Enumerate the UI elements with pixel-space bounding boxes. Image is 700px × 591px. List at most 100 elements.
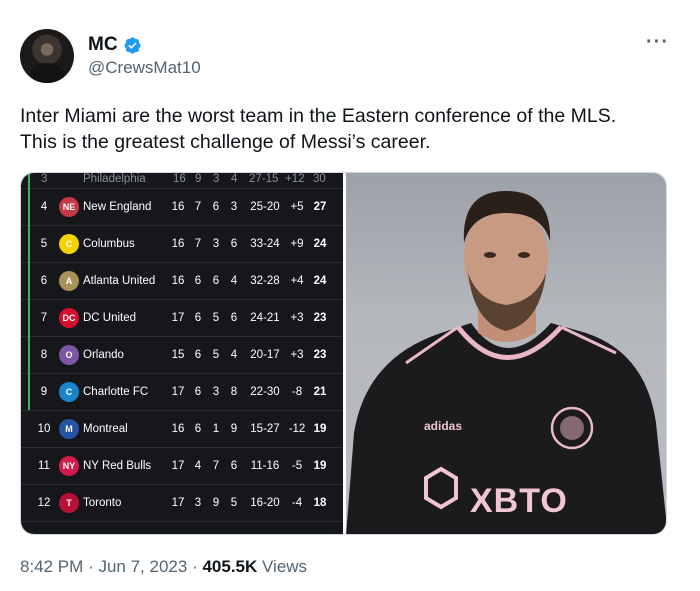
- standings-t: 9: [230, 423, 238, 435]
- standings-score: 32-28: [250, 275, 280, 287]
- standings-w: 4: [194, 460, 202, 472]
- standings-row: 7 DC United 17 6 5 6 24-21 +3 23 DC: [21, 300, 343, 337]
- standings-row: 10 Montreal 16 6 1 9 15-27 -12 19 M: [21, 411, 343, 448]
- player-figure: [346, 191, 666, 534]
- standings-rank: 5: [40, 238, 48, 250]
- tweet-date[interactable]: Jun 7, 2023: [98, 557, 187, 576]
- standings-score: 16-20: [250, 497, 280, 509]
- team-logo-icon: NY: [59, 456, 79, 476]
- standings-gd: -12: [288, 423, 306, 435]
- player-photo[interactable]: adidas XBTO: [346, 173, 666, 534]
- standings-w: 7: [194, 201, 202, 213]
- tweet-text-line: Inter Miami are the worst team in the Ea…: [20, 105, 617, 127]
- author-display-name[interactable]: MC: [88, 34, 118, 56]
- tweet-text: Inter Miami are the worst team in the Ea…: [20, 103, 670, 155]
- standings-rank: 12: [37, 497, 51, 509]
- more-options-icon[interactable]: ···: [646, 31, 669, 54]
- standings-partial-row: 3 Philadelphia 16 9 3 4 27-15 +12 30: [21, 173, 343, 189]
- standings-rank: 6: [40, 275, 48, 287]
- standings-gd: +4: [290, 275, 304, 287]
- standings-w: 6: [194, 312, 202, 324]
- standings-pts: 18: [313, 497, 327, 509]
- standings-team: Toronto: [83, 497, 122, 509]
- standings-gd: +12: [285, 173, 305, 185]
- standings-pts: 24: [313, 275, 327, 287]
- standings-l: 1: [212, 423, 220, 435]
- standings-pts: 23: [313, 349, 327, 361]
- playoff-line-indicator: [28, 173, 30, 410]
- standings-gd: +3: [290, 312, 304, 324]
- tweet-time[interactable]: 8:42 PM: [20, 557, 83, 576]
- standings-gd: -4: [291, 497, 303, 509]
- standings-l: 3: [213, 173, 220, 185]
- standings-t: 5: [230, 497, 238, 509]
- standings-score: 22-30: [250, 386, 280, 398]
- standings-l: 3: [212, 386, 220, 398]
- standings-l: 5: [212, 312, 220, 324]
- standings-w: 6: [194, 275, 202, 287]
- standings-w: 6: [194, 349, 202, 361]
- standings-l: 3: [212, 238, 220, 250]
- team-logo-icon: DC: [59, 308, 79, 328]
- standings-rank: 7: [40, 312, 48, 324]
- team-logo-icon: T: [59, 493, 79, 513]
- standings-gp: 16: [171, 423, 185, 435]
- standings-team: New England: [83, 201, 152, 213]
- standings-team: Columbus: [83, 238, 135, 250]
- standings-row: 6 Atlanta United 16 6 6 4 32-28 +4 24 A: [21, 263, 343, 300]
- standings-w: 9: [195, 173, 202, 185]
- standings-t: 3: [230, 201, 238, 213]
- tweet-media[interactable]: 3 Philadelphia 16 9 3 4 27-15 +12 30 4 Ne…: [20, 172, 667, 535]
- standings-t: 4: [231, 173, 238, 185]
- standings-gp: 16: [171, 238, 185, 250]
- standings-gp: 16: [171, 201, 185, 213]
- standings-gp: 17: [171, 497, 185, 509]
- standings-pts: 19: [313, 460, 327, 472]
- standings-team: Montreal: [83, 423, 128, 435]
- standings-gp: 16: [171, 275, 185, 287]
- team-logo-icon: M: [59, 419, 79, 439]
- standings-w: 7: [194, 238, 202, 250]
- standings-gd: -5: [291, 460, 303, 472]
- standings-pts: 27: [313, 201, 327, 213]
- standings-pts: 19: [313, 423, 327, 435]
- author-avatar[interactable]: [20, 29, 74, 83]
- author-handle[interactable]: @CrewsMat10: [88, 58, 201, 78]
- standings-row: 12 Toronto 17 3 9 5 16-20 -4 18 T: [21, 485, 343, 522]
- standings-team: Orlando: [83, 349, 124, 361]
- standings-pts: 30: [313, 173, 326, 185]
- standings-score: 20-17: [250, 349, 280, 361]
- team-logo-icon: C: [59, 382, 79, 402]
- standings-score: 25-20: [250, 201, 280, 213]
- standings-gd: -8: [291, 386, 303, 398]
- standings-score: 33-24: [250, 238, 280, 250]
- team-logo-icon: O: [59, 345, 79, 365]
- standings-l: 6: [212, 201, 220, 213]
- standings-l: 5: [212, 349, 220, 361]
- standings-row: 9 Charlotte FC 17 6 3 8 22-30 -8 21 C: [21, 374, 343, 411]
- standings-pts: 23: [313, 312, 327, 324]
- adidas-logo: adidas: [424, 419, 463, 433]
- standings-score: 11-16: [250, 460, 280, 472]
- standings-table-image[interactable]: 3 Philadelphia 16 9 3 4 27-15 +12 30 4 Ne…: [21, 173, 343, 534]
- tweet-meta: 8:42 PM · Jun 7, 2023 · 405.5K Views: [20, 557, 307, 577]
- standings-row: 5 Columbus 16 7 3 6 33-24 +9 24 C: [21, 226, 343, 263]
- author-name-row: MC: [88, 34, 142, 56]
- standings-team: NY Red Bulls: [83, 460, 152, 472]
- standings-rank: 3: [41, 173, 48, 185]
- standings-rank: 11: [38, 460, 50, 472]
- standings-gp: 17: [171, 386, 185, 398]
- standings-row: 11 NY Red Bulls 17 4 7 6 11-16 -5 19 NY: [21, 448, 343, 485]
- standings-rank: 8: [40, 349, 48, 361]
- standings-score: 27-15: [249, 173, 279, 185]
- standings-rank: 9: [40, 386, 48, 398]
- standings-rank: 10: [37, 423, 51, 435]
- standings-row: 4 New England 16 7 6 3 25-20 +5 27 NE: [21, 189, 343, 226]
- standings-gp: 17: [171, 460, 185, 472]
- standings-team: Philadelphia: [83, 173, 146, 185]
- sponsor-logo: XBTO: [470, 482, 568, 520]
- team-logo-icon: NE: [59, 197, 79, 217]
- standings-w: 6: [194, 386, 202, 398]
- standings-team: Charlotte FC: [83, 386, 149, 398]
- meta-separator: ·: [192, 557, 198, 576]
